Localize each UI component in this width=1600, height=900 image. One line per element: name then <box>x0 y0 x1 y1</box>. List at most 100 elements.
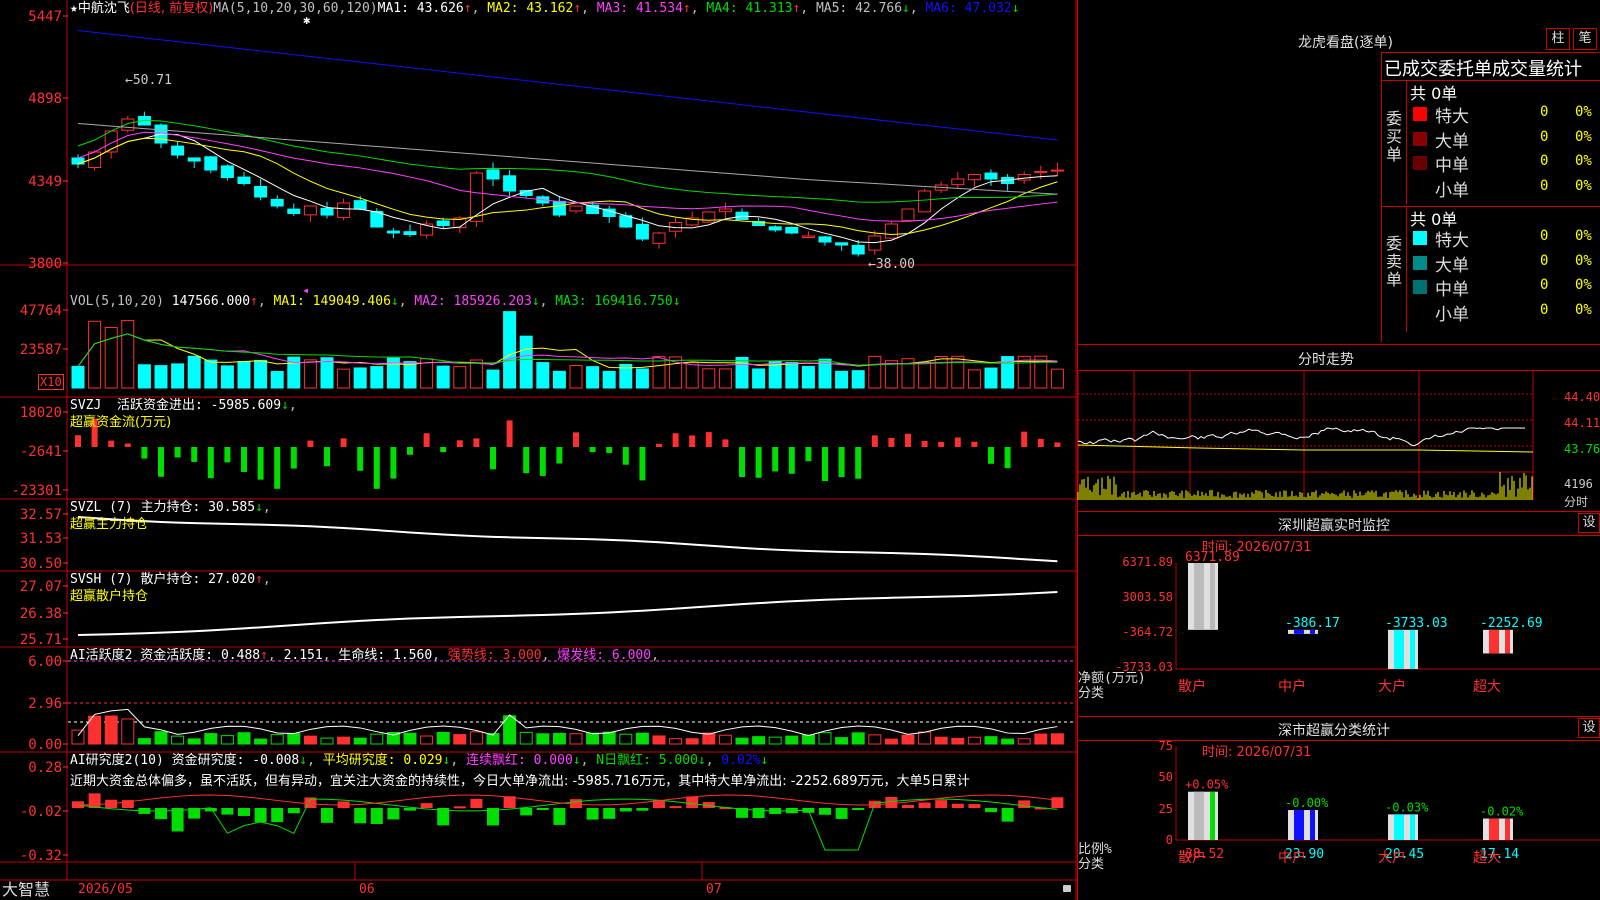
volume-bar <box>967 369 981 389</box>
volume-bar <box>702 368 716 389</box>
candle-body <box>337 202 351 218</box>
research-bar <box>287 808 300 814</box>
volume-bar <box>137 364 151 389</box>
tick-mode-button[interactable]: 笔 <box>1573 28 1597 50</box>
candle-body <box>254 185 268 198</box>
order-row-sell_rows-1: 大单 0 0% <box>1410 251 1600 276</box>
activity-bar <box>469 731 483 745</box>
ai-active-header-part: , <box>322 648 339 663</box>
candle-body <box>818 236 832 243</box>
category-bar-fill <box>1294 810 1304 840</box>
buy-total: 共 0单 <box>1410 84 1458 103</box>
intraday-chart[interactable] <box>1077 370 1600 510</box>
order-count: 0 <box>1540 277 1549 293</box>
money-flow-bar <box>340 438 347 447</box>
volume-bar <box>469 359 483 389</box>
kline-header-part: ↓ <box>1011 1 1020 16</box>
money-flow-bar <box>722 439 729 447</box>
money-flow-bar <box>207 447 214 479</box>
kline-header-part: ↑ <box>463 1 472 16</box>
ai-active-header-part: , <box>651 648 659 663</box>
research-bar <box>370 808 383 824</box>
y-tick-label: 6371.89 <box>1122 555 1173 569</box>
svzj-header-part: , <box>288 398 297 413</box>
order-type-label: 大单 <box>1435 255 1469 276</box>
research-bar <box>985 808 997 813</box>
money-flow-bar <box>324 447 330 467</box>
order-count: 0 <box>1540 153 1549 169</box>
star-icon: ★ <box>70 1 78 16</box>
lock-icon[interactable] <box>1063 885 1071 892</box>
activity-bar <box>237 732 251 745</box>
kline-header-part: , <box>690 1 707 16</box>
category-bar-fill <box>1410 814 1415 840</box>
research-bar <box>935 800 948 808</box>
svzl-header-part: ↓ <box>255 500 263 515</box>
y-caption: 净额(万元) <box>1078 671 1146 686</box>
classify-title: 深市超赢分类统计 <box>1278 723 1390 739</box>
order-row-buy_rows-1: 大单 0 0% <box>1410 127 1600 152</box>
money-flow-bar <box>290 447 297 469</box>
y-tick-label: 2.96 <box>28 696 62 712</box>
research-bar <box>1051 797 1064 808</box>
money-flow-bar <box>75 435 81 447</box>
classify-settings-button[interactable]: 设 <box>1578 718 1600 738</box>
activity-bar <box>652 735 666 745</box>
candle-body <box>569 205 583 212</box>
order-row-sell_rows-2: 中单 0 0% <box>1410 275 1600 300</box>
x-label-2: 07 <box>706 882 722 897</box>
money-flow-bar <box>174 447 181 458</box>
money-flow-bar <box>1004 447 1011 469</box>
candle-body <box>619 215 633 228</box>
monitor-chart[interactable]: 6371.89 3003.58 -364.72 -3733.03 6371.89 散户 -3… <box>1078 535 1600 715</box>
color-swatch <box>1413 304 1427 319</box>
money-flow-bar <box>606 447 613 453</box>
money-flow-bar <box>407 447 413 455</box>
money-flow-bar <box>124 443 131 447</box>
kline-header-part: MA2: 43.162 <box>487 1 574 16</box>
brand-label[interactable]: 大智慧 <box>2 880 50 900</box>
kline-header-part: , <box>471 1 488 16</box>
volume-bar <box>303 359 317 389</box>
kline-header-part: , <box>909 1 926 16</box>
research-bar <box>420 803 433 808</box>
volume-bar <box>552 370 566 389</box>
monitor-settings-button[interactable]: 设 <box>1578 513 1600 533</box>
y-tick-label: 32.57 <box>20 507 62 523</box>
volume-bar <box>154 365 168 389</box>
volume-bar <box>868 355 882 389</box>
candle-body <box>718 208 732 213</box>
money-flow-bar <box>274 447 281 489</box>
activity-bar <box>967 736 981 745</box>
bar-value-label: 6371.89 <box>1185 550 1240 565</box>
y-tick-label: 6.00 <box>28 654 62 670</box>
right-panel: 龙虎看盘(逐单) 柱 笔 已成交委托单成交量统计 委买单 共 0单 特大 0 0% 大… <box>1077 0 1600 900</box>
volume-bar <box>685 362 699 389</box>
money-flow-bar <box>855 447 862 479</box>
ai-research-header-part: , <box>705 753 722 768</box>
money-flow-bar <box>589 447 596 453</box>
activity-bar <box>752 736 766 745</box>
y-tick-label: 0.28 <box>28 760 62 776</box>
bar-mode-button[interactable]: 柱 <box>1546 28 1570 50</box>
classify-chart[interactable]: 755025038.52散户 23.90中户 20.45大户 17.14超大比例%分类… <box>1078 739 1600 900</box>
dragon-subtitle: 已成交委托单成交量统计 <box>1384 59 1582 80</box>
intraday-tick-2: 43.76 <box>1564 442 1600 456</box>
vol-header-part: MA2: 185926.203 <box>414 294 532 309</box>
candle-body <box>835 242 849 246</box>
stock-name[interactable]: 中航沈飞 <box>78 1 130 16</box>
sell-section-divider <box>1406 207 1407 332</box>
sell-label: 委卖单 <box>1386 234 1403 289</box>
money-flow-bar <box>971 441 978 447</box>
activity-bar <box>71 729 85 745</box>
vol-header-part: 147566.000 <box>171 294 251 309</box>
change-label: -0.02% <box>1480 805 1524 819</box>
activity-bar <box>851 732 865 745</box>
main-chart-area[interactable]: 5447 4898 4349 3800 47764 23587 18020 -2641 -233… <box>0 0 1077 900</box>
order-row-buy_rows-0: 特大 0 0% <box>1410 102 1600 127</box>
money-flow-bar <box>788 447 795 474</box>
x-label-1: 06 <box>359 882 375 897</box>
ai-research-header-part: ↓ <box>760 753 769 768</box>
money-flow-bar <box>224 447 231 463</box>
order-pct: 0% <box>1575 128 1592 145</box>
